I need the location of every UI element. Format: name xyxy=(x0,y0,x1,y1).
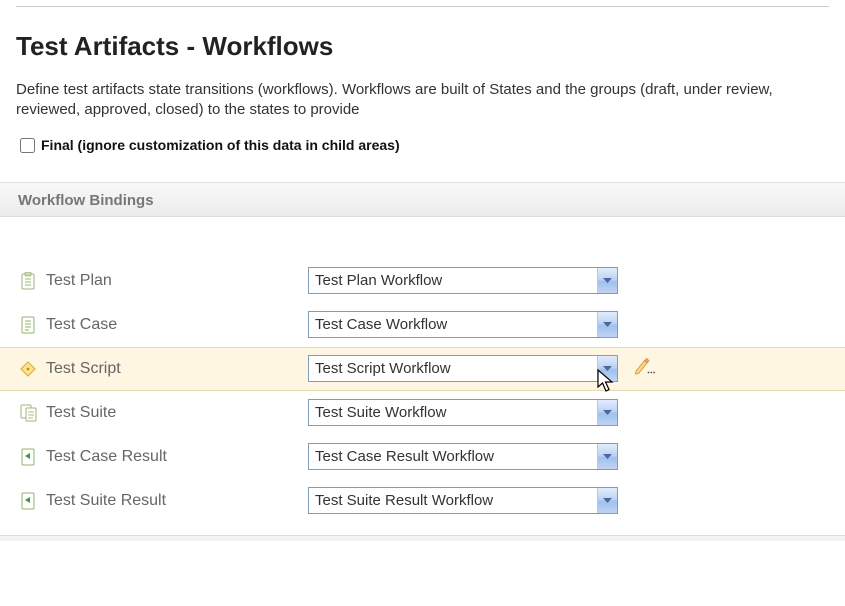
result-icon xyxy=(20,492,46,510)
workflow-select-test-case-result[interactable]: Test Case Result Workflow xyxy=(308,443,618,470)
binding-row-test-plan: Test Plan Test Plan Workflow xyxy=(0,259,845,303)
top-divider xyxy=(16,6,829,7)
edit-button[interactable] xyxy=(634,357,656,380)
script-icon xyxy=(20,361,46,377)
binding-label: Test Plan xyxy=(46,272,308,290)
workflow-select-test-suite-result[interactable]: Test Suite Result Workflow xyxy=(308,487,618,514)
binding-row-test-suite: Test Suite Test Suite Workflow xyxy=(0,391,845,435)
section-header: Workflow Bindings xyxy=(0,182,845,217)
page-description: Define test artifacts state transitions … xyxy=(16,80,829,121)
chevron-down-icon xyxy=(597,444,617,469)
workflow-bindings-list: Test Plan Test Plan Workflow Test Case xyxy=(0,259,845,523)
chevron-down-icon xyxy=(597,488,617,513)
binding-label: Test Case xyxy=(46,316,308,334)
chevron-down-icon xyxy=(597,400,617,425)
workflow-select-test-case[interactable]: Test Case Workflow xyxy=(308,311,618,338)
binding-label: Test Suite Result xyxy=(46,492,308,510)
binding-row-test-script: Test Script Test Script Workflow xyxy=(0,347,845,391)
binding-label: Test Suite xyxy=(46,404,308,422)
binding-label: Test Script xyxy=(46,360,308,378)
clipboard-icon xyxy=(20,272,46,290)
binding-row-test-case: Test Case Test Case Workflow xyxy=(0,303,845,347)
chevron-down-icon xyxy=(597,356,617,381)
workflow-select-test-suite[interactable]: Test Suite Workflow xyxy=(308,399,618,426)
final-checkbox-row: Final (ignore customization of this data… xyxy=(16,135,829,156)
select-value: Test Plan Workflow xyxy=(309,272,597,289)
page-title: Test Artifacts - Workflows xyxy=(16,31,829,62)
workflow-select-test-script[interactable]: Test Script Workflow xyxy=(308,355,618,382)
final-checkbox[interactable] xyxy=(20,138,35,153)
select-value: Test Case Workflow xyxy=(309,316,597,333)
workflow-select-test-plan[interactable]: Test Plan Workflow xyxy=(308,267,618,294)
chevron-down-icon xyxy=(597,268,617,293)
binding-label: Test Case Result xyxy=(46,448,308,466)
final-checkbox-label: Final (ignore customization of this data… xyxy=(41,137,400,153)
chevron-down-icon xyxy=(597,312,617,337)
select-value: Test Script Workflow xyxy=(309,360,597,377)
select-value: Test Case Result Workflow xyxy=(309,448,597,465)
result-icon xyxy=(20,448,46,466)
select-value: Test Suite Result Workflow xyxy=(309,492,597,509)
case-icon xyxy=(20,316,46,334)
binding-row-test-suite-result: Test Suite Result Test Suite Result Work… xyxy=(0,479,845,523)
select-value: Test Suite Workflow xyxy=(309,404,597,421)
suite-icon xyxy=(20,404,46,422)
bottom-divider xyxy=(0,535,845,541)
binding-row-test-case-result: Test Case Result Test Case Result Workfl… xyxy=(0,435,845,479)
